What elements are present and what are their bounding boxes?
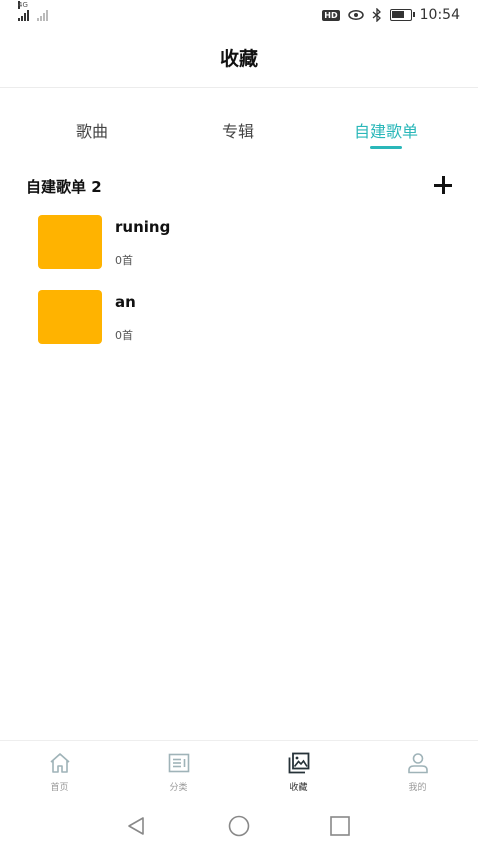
section-title: 自建歌单 2 — [26, 178, 102, 196]
eye-icon — [347, 10, 364, 20]
hd-badge: HD — [322, 9, 340, 21]
tab-bar: 歌曲 专辑 自建歌单 — [0, 118, 478, 158]
list-item[interactable]: runing 0首 — [38, 215, 458, 271]
tab-songs[interactable]: 歌曲 — [32, 118, 152, 142]
battery-level — [391, 11, 404, 18]
nav-label: 首页 — [50, 783, 69, 793]
playlist-cover — [38, 290, 102, 344]
signal-strength-icon: 4G — [18, 1, 29, 21]
no-signal-icon — [37, 9, 48, 21]
status-icons: HD 10:54 — [322, 7, 460, 23]
playlist-cover — [38, 215, 102, 269]
battery-icon — [389, 9, 415, 21]
bluetooth-icon — [372, 8, 381, 22]
back-icon[interactable] — [124, 814, 148, 838]
page-title: 收藏 — [219, 48, 258, 70]
home-button-icon[interactable] — [227, 814, 251, 838]
nav-home[interactable]: 首页 — [0, 751, 119, 793]
nav-label: 分类 — [169, 783, 188, 793]
nav-label: 我的 — [408, 783, 427, 793]
signal-area: 4G — [18, 1, 48, 21]
category-icon — [168, 753, 189, 773]
bottom-navigation: 首页 分类 收藏 我的 — [0, 740, 478, 801]
status-bar: 4G HD 10:54 — [0, 0, 478, 34]
tab-custom-playlists[interactable]: 自建歌单 — [326, 118, 446, 149]
network-type-label: 4G — [18, 1, 28, 9]
playlist-name: an — [115, 293, 136, 311]
tab-label: 歌曲 — [75, 122, 108, 141]
tab-label: 专辑 — [221, 122, 254, 141]
tab-label: 自建歌单 — [353, 122, 418, 141]
nav-profile[interactable]: 我的 — [358, 751, 477, 793]
playlist-song-count: 0首 — [115, 329, 133, 342]
section-header: 自建歌单 2 — [26, 176, 454, 200]
collection-icon — [288, 752, 309, 774]
nav-category[interactable]: 分类 — [119, 751, 238, 793]
playlist-name: runing — [115, 218, 171, 236]
home-icon — [49, 753, 70, 773]
recents-icon[interactable] — [328, 814, 352, 838]
add-playlist-button[interactable] — [432, 174, 454, 196]
tab-active-indicator — [370, 146, 402, 149]
playlist-song-count: 0首 — [115, 254, 133, 267]
nav-label: 收藏 — [289, 783, 308, 793]
tab-albums[interactable]: 专辑 — [178, 118, 298, 142]
list-item[interactable]: an 0首 — [38, 290, 458, 346]
clock: 10:54 — [419, 7, 460, 23]
user-icon — [407, 753, 428, 774]
system-navigation-bar — [0, 800, 478, 850]
header-divider — [0, 87, 478, 88]
nav-collection[interactable]: 收藏 — [239, 751, 358, 793]
